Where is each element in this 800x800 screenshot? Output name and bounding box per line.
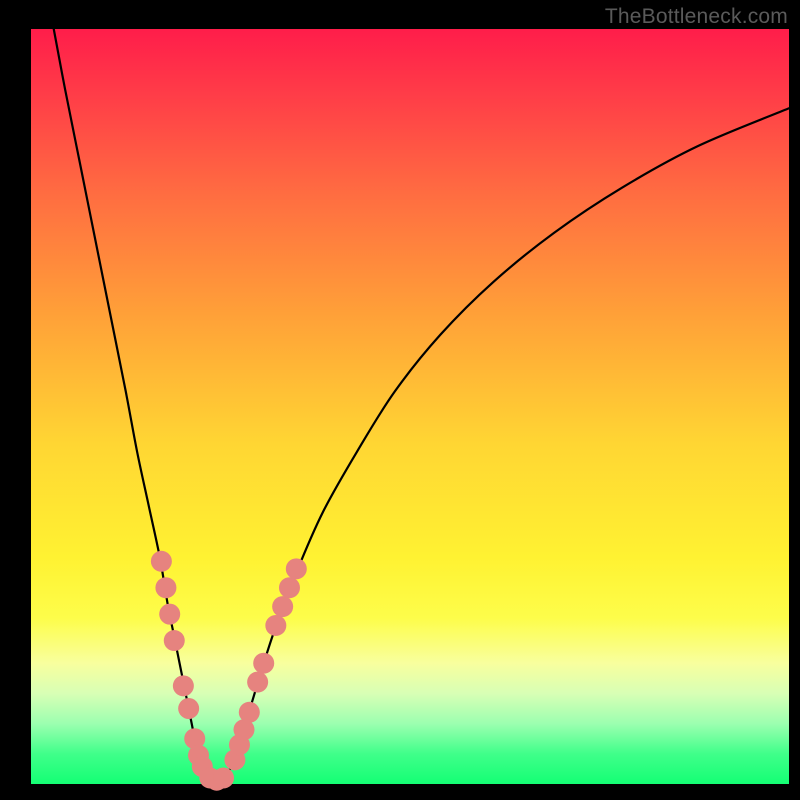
data-dot (239, 702, 260, 723)
dot-layer (151, 551, 307, 791)
data-dot (164, 630, 185, 651)
data-dot (265, 615, 286, 636)
data-dot (151, 551, 172, 572)
data-dot (178, 698, 199, 719)
data-dot (155, 577, 176, 598)
data-dot (213, 767, 234, 788)
data-dot (286, 558, 307, 579)
chart-overlay (0, 0, 800, 800)
data-dot (279, 577, 300, 598)
bottleneck-curve (54, 29, 789, 780)
outer-frame: TheBottleneck.com (0, 0, 800, 800)
data-dot (272, 596, 293, 617)
data-dot (173, 675, 194, 696)
data-dot (159, 604, 180, 625)
data-dot (253, 653, 274, 674)
data-dot (247, 672, 268, 693)
